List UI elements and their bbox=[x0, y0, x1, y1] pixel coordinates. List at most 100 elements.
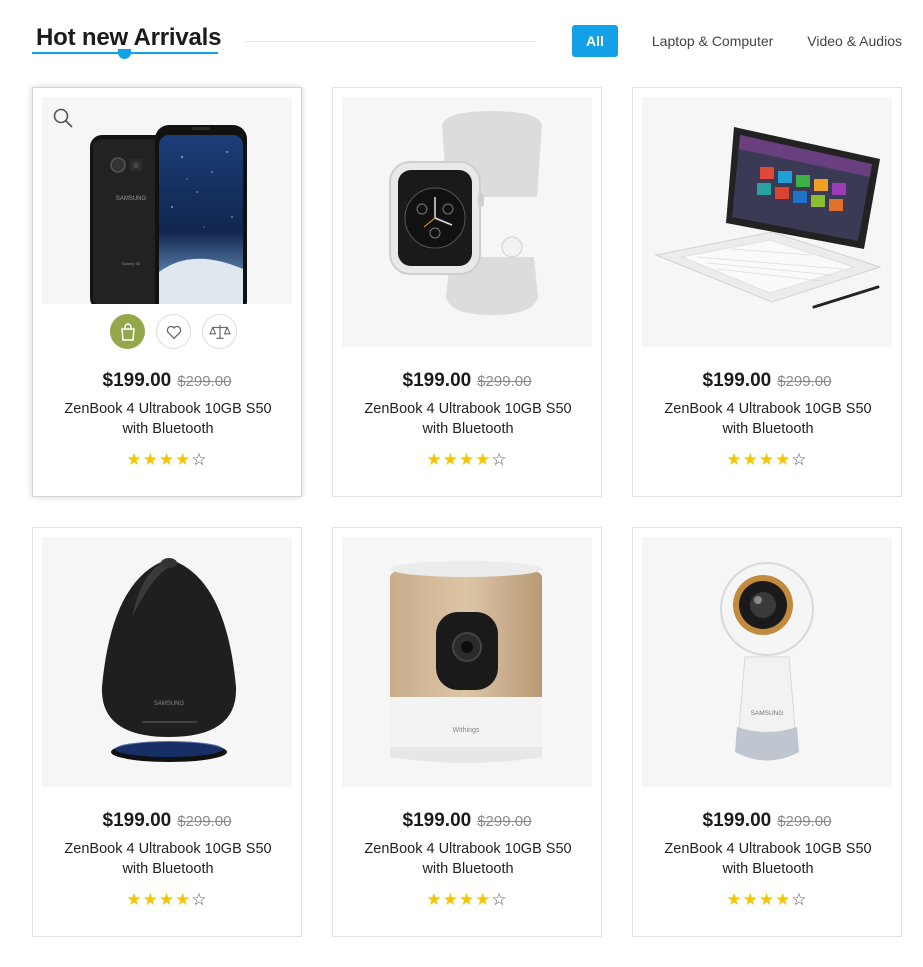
star-filled-icon: ★ bbox=[726, 450, 743, 469]
product-name-line1: ZenBook 4 Ultrabook 10GB S50 bbox=[364, 401, 572, 417]
product-card[interactable]: SAMSUNG Galaxy S8 $199.00 $299.00 ZenBoo… bbox=[32, 87, 302, 497]
star-filled-icon: ★ bbox=[758, 450, 776, 469]
star-filled-icon: ★ bbox=[475, 450, 492, 469]
price: $199.00 bbox=[402, 810, 472, 831]
price-row: $199.00 $299.00 bbox=[633, 370, 901, 392]
price: $199.00 bbox=[102, 370, 172, 391]
product-name[interactable]: ZenBook 4 Ultrabook 10GB S50 with Blueto… bbox=[43, 399, 293, 439]
star-empty-icon: ☆ bbox=[191, 450, 208, 469]
title-underline-dot bbox=[118, 49, 131, 59]
svg-text:SAMSUNG: SAMSUNG bbox=[751, 710, 784, 717]
product-card[interactable]: $199.00 $299.00 ZenBook 4 Ultrabook 10GB … bbox=[332, 87, 602, 497]
star-filled-icon: ★ bbox=[458, 450, 476, 469]
shopping-bag-icon bbox=[120, 322, 135, 341]
rating-stars: ★★★★☆ bbox=[33, 450, 301, 470]
old-price: $299.00 bbox=[777, 373, 832, 390]
star-filled-icon: ★ bbox=[442, 890, 459, 909]
rating-stars: ★★★★☆ bbox=[33, 890, 301, 910]
product-image[interactable]: SAMSUNG bbox=[42, 537, 292, 787]
wishlist-button[interactable] bbox=[156, 314, 191, 349]
star-filled-icon: ★ bbox=[458, 890, 476, 909]
rating-stars: ★★★★☆ bbox=[633, 890, 901, 910]
star-filled-icon: ★ bbox=[426, 890, 443, 909]
star-empty-icon: ☆ bbox=[791, 890, 808, 909]
product-name[interactable]: ZenBook 4 Ultrabook 10GB S50 with Blueto… bbox=[643, 839, 893, 879]
product-name-line1: ZenBook 4 Ultrabook 10GB S50 bbox=[664, 841, 872, 857]
price: $199.00 bbox=[702, 370, 772, 391]
svg-text:Withings: Withings bbox=[453, 727, 480, 734]
star-filled-icon: ★ bbox=[175, 450, 192, 469]
product-name-line2: with Bluetooth bbox=[722, 861, 814, 877]
product-card[interactable]: SAMSUNG $199.00 $299.00 ZenBook 4 Ultrabo… bbox=[632, 527, 902, 937]
product-name-line2: with Bluetooth bbox=[122, 861, 214, 877]
price-row: $199.00 $299.00 bbox=[333, 370, 601, 392]
product-image[interactable] bbox=[642, 97, 892, 347]
old-price: $299.00 bbox=[177, 813, 232, 830]
rating-stars: ★★★★☆ bbox=[333, 450, 601, 470]
product-card[interactable]: $199.00 $299.00 ZenBook 4 Ultrabook 10GB … bbox=[632, 87, 902, 497]
price: $199.00 bbox=[402, 370, 472, 391]
tab-video-audios[interactable]: Video & Audios bbox=[773, 33, 902, 49]
star-empty-icon: ☆ bbox=[191, 890, 208, 909]
product-actions bbox=[109, 314, 239, 350]
product-name-line2: with Bluetooth bbox=[422, 421, 514, 437]
star-filled-icon: ★ bbox=[742, 890, 759, 909]
star-filled-icon: ★ bbox=[742, 450, 759, 469]
star-filled-icon: ★ bbox=[758, 890, 776, 909]
old-price: $299.00 bbox=[177, 373, 232, 390]
product-name-line2: with Bluetooth bbox=[422, 861, 514, 877]
svg-text:Galaxy S8: Galaxy S8 bbox=[122, 261, 141, 266]
old-price: $299.00 bbox=[477, 373, 532, 390]
star-empty-icon: ☆ bbox=[491, 450, 508, 469]
product-image[interactable]: Withings bbox=[342, 537, 592, 787]
product-name-line1: ZenBook 4 Ultrabook 10GB S50 bbox=[64, 401, 272, 417]
star-empty-icon: ☆ bbox=[791, 450, 808, 469]
header-divider bbox=[244, 41, 536, 42]
product-card[interactable]: SAMSUNG $199.00 $299.00 ZenBook 4 Ultrabo… bbox=[32, 527, 302, 937]
price-row: $199.00 $299.00 bbox=[33, 370, 301, 392]
rating-stars: ★★★★☆ bbox=[333, 890, 601, 910]
old-price: $299.00 bbox=[477, 813, 532, 830]
rating-stars: ★★★★☆ bbox=[633, 450, 901, 470]
star-empty-icon: ☆ bbox=[491, 890, 508, 909]
star-filled-icon: ★ bbox=[775, 890, 792, 909]
heart-icon bbox=[166, 325, 181, 339]
star-filled-icon: ★ bbox=[142, 890, 159, 909]
tab-laptop-computer[interactable]: Laptop & Computer bbox=[618, 33, 773, 49]
product-image[interactable]: SAMSUNG bbox=[642, 537, 892, 787]
star-filled-icon: ★ bbox=[726, 890, 743, 909]
star-filled-icon: ★ bbox=[475, 890, 492, 909]
price-row: $199.00 $299.00 bbox=[333, 810, 601, 832]
product-image[interactable] bbox=[342, 97, 592, 347]
star-filled-icon: ★ bbox=[142, 450, 159, 469]
star-filled-icon: ★ bbox=[426, 450, 443, 469]
star-filled-icon: ★ bbox=[442, 450, 459, 469]
star-filled-icon: ★ bbox=[158, 890, 176, 909]
search-icon[interactable] bbox=[52, 107, 74, 129]
price: $199.00 bbox=[702, 810, 772, 831]
section-header: Hot new Arrivals All Laptop & Computer V… bbox=[32, 22, 902, 62]
star-filled-icon: ★ bbox=[126, 890, 143, 909]
product-name-line1: ZenBook 4 Ultrabook 10GB S50 bbox=[64, 841, 272, 857]
tab-all[interactable]: All bbox=[571, 25, 618, 57]
svg-text:SAMSUNG: SAMSUNG bbox=[154, 701, 185, 707]
product-image[interactable]: SAMSUNG Galaxy S8 bbox=[42, 97, 292, 304]
product-name[interactable]: ZenBook 4 Ultrabook 10GB S50 with Blueto… bbox=[643, 399, 893, 439]
product-name[interactable]: ZenBook 4 Ultrabook 10GB S50 with Blueto… bbox=[43, 839, 293, 879]
product-name-line1: ZenBook 4 Ultrabook 10GB S50 bbox=[664, 401, 872, 417]
product-name[interactable]: ZenBook 4 Ultrabook 10GB S50 with Blueto… bbox=[343, 839, 593, 879]
product-name-line2: with Bluetooth bbox=[122, 421, 214, 437]
compare-button[interactable] bbox=[202, 314, 237, 349]
star-filled-icon: ★ bbox=[775, 450, 792, 469]
product-name-line2: with Bluetooth bbox=[722, 421, 814, 437]
product-card[interactable]: Withings $199.00 $299.00 ZenBook 4 Ultrab… bbox=[332, 527, 602, 937]
section-title: Hot new Arrivals bbox=[36, 24, 222, 51]
add-to-cart-button[interactable] bbox=[110, 314, 145, 349]
product-name-line1: ZenBook 4 Ultrabook 10GB S50 bbox=[364, 841, 572, 857]
price: $199.00 bbox=[102, 810, 172, 831]
old-price: $299.00 bbox=[777, 813, 832, 830]
star-filled-icon: ★ bbox=[175, 890, 192, 909]
product-name[interactable]: ZenBook 4 Ultrabook 10GB S50 with Blueto… bbox=[343, 399, 593, 439]
compare-scale-icon bbox=[208, 324, 231, 339]
svg-text:SAMSUNG: SAMSUNG bbox=[116, 196, 147, 202]
